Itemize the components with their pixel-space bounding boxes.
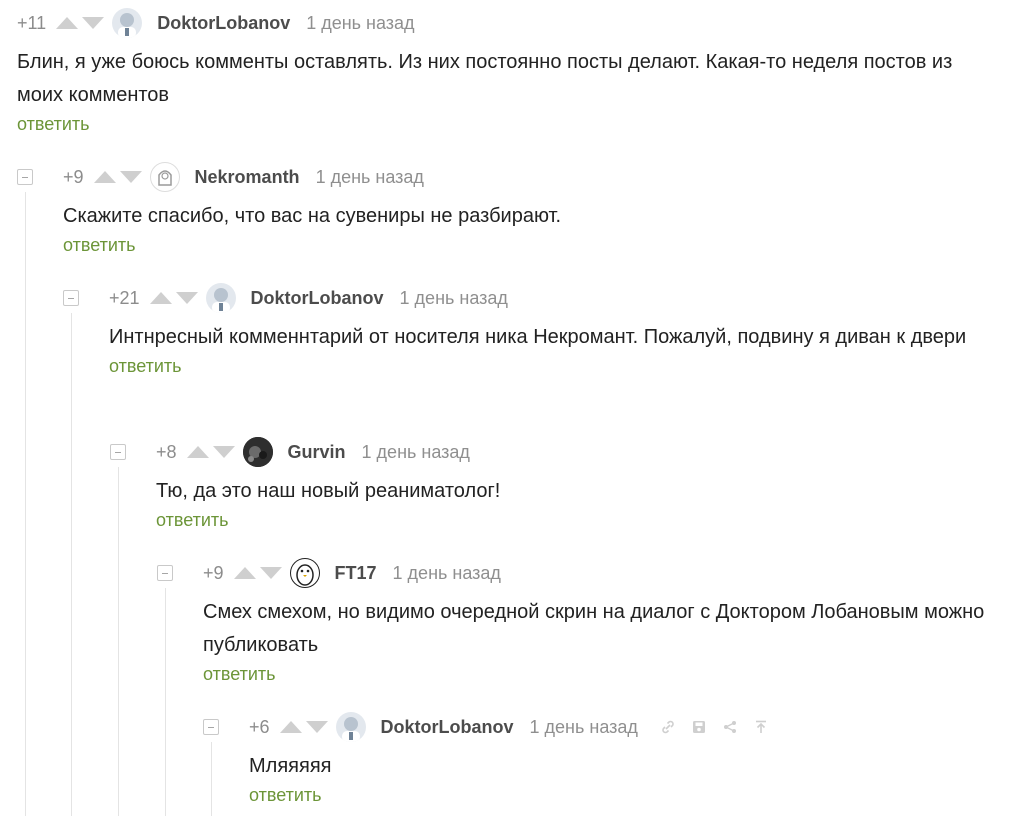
vote-up-icon[interactable] xyxy=(186,446,209,458)
vote-down-icon[interactable] xyxy=(212,446,235,458)
comment-text: Тю, да это наш новый реаниматолог! xyxy=(156,480,501,502)
comment-rating: +8 xyxy=(156,441,177,462)
save-icon[interactable] xyxy=(691,719,707,735)
collapse-icon[interactable] xyxy=(203,719,219,735)
link-icon[interactable] xyxy=(660,719,676,735)
avatar[interactable] xyxy=(149,162,180,192)
thread-line-2 xyxy=(71,313,72,816)
comment-rating: +21 xyxy=(109,287,140,308)
comment-time[interactable]: 1 день назад xyxy=(393,563,501,584)
comment-header: +8 Gurvin 1 день назад xyxy=(110,435,990,469)
vote-up-icon[interactable] xyxy=(279,721,302,733)
upload-icon[interactable] xyxy=(753,719,769,735)
reply-link[interactable]: ответить xyxy=(203,664,276,685)
comment-rating: +11 xyxy=(17,12,47,33)
avatar[interactable] xyxy=(205,283,236,313)
comment-time[interactable]: 1 день назад xyxy=(400,288,508,309)
comment-header: +6 DoktorLobanov 1 день назад xyxy=(203,710,1003,744)
comment: +9 FT17 1 день назад Смех смехом, но вид… xyxy=(157,556,997,685)
comment-header: +21 DoktorLobanov 1 день назад xyxy=(63,281,983,315)
comment-header: +11 DoktorLobanov 1 день назад xyxy=(17,6,997,40)
comment-author[interactable]: DoktorLobanov xyxy=(251,288,384,309)
comment-text: Интнресный комменнтарий от носителя ника… xyxy=(109,326,967,348)
comment-rating: +9 xyxy=(63,166,84,187)
collapse-icon[interactable] xyxy=(110,444,126,460)
comment-time[interactable]: 1 день назад xyxy=(530,717,638,738)
vote-up-icon[interactable] xyxy=(149,292,172,304)
comment-text: Блин, я уже боюсь комменты оставлять. Из… xyxy=(17,51,953,106)
reply-link[interactable]: ответить xyxy=(249,785,322,806)
reply-link[interactable]: ответить xyxy=(109,356,182,377)
collapse-icon[interactable] xyxy=(63,290,79,306)
comment-header: +9 Nekromanth 1 день назад xyxy=(17,160,997,194)
comment: +8 Gurvin 1 день назад Тю, да это наш но… xyxy=(110,435,990,531)
share-icon[interactable] xyxy=(722,719,738,735)
vote-down-icon[interactable] xyxy=(259,567,282,579)
comment: +21 DoktorLobanov 1 день назад Интнресны… xyxy=(63,281,983,377)
comment-rating: +9 xyxy=(203,562,224,583)
vote-down-icon[interactable] xyxy=(175,292,198,304)
avatar[interactable] xyxy=(289,558,320,588)
collapse-icon[interactable] xyxy=(157,565,173,581)
comment-time[interactable]: 1 день назад xyxy=(362,442,470,463)
comment-author[interactable]: Gurvin xyxy=(288,442,346,463)
comment: +11 DoktorLobanov 1 день назад Блин, я у… xyxy=(17,6,997,135)
comment-author[interactable]: DoktorLobanov xyxy=(157,13,290,34)
comment-text: Скажите спасибо, что вас на сувениры не … xyxy=(63,205,561,227)
comment-author[interactable]: FT17 xyxy=(335,563,377,584)
comment-time[interactable]: 1 день назад xyxy=(316,167,424,188)
comment-author[interactable]: DoktorLobanov xyxy=(381,717,514,738)
comment: +9 Nekromanth 1 день назад Скажите спаси… xyxy=(17,160,997,256)
comment-header: +9 FT17 1 день назад xyxy=(157,556,997,590)
avatar[interactable] xyxy=(335,712,366,742)
vote-up-icon[interactable] xyxy=(233,567,256,579)
reply-link[interactable]: ответить xyxy=(17,114,90,135)
comment: +6 DoktorLobanov 1 день назад Мляяяяя от… xyxy=(203,710,1003,806)
reply-link[interactable]: ответить xyxy=(63,235,136,256)
vote-down-icon[interactable] xyxy=(119,171,142,183)
comment-rating: +6 xyxy=(249,716,270,737)
comment-author[interactable]: Nekromanth xyxy=(195,167,300,188)
reply-link[interactable]: ответить xyxy=(156,510,229,531)
comment-tools xyxy=(660,719,784,735)
thread-line-1 xyxy=(25,192,26,816)
vote-down-icon[interactable] xyxy=(82,17,105,29)
vote-up-icon[interactable] xyxy=(93,171,116,183)
vote-up-icon[interactable] xyxy=(56,17,79,29)
collapse-icon[interactable] xyxy=(17,169,33,185)
avatar[interactable] xyxy=(112,8,143,38)
comment-time[interactable]: 1 день назад xyxy=(306,13,414,34)
comment-text: Смех смехом, но видимо очередной скрин н… xyxy=(203,601,985,656)
avatar[interactable] xyxy=(242,437,273,467)
comment-text: Мляяяяя xyxy=(249,755,332,777)
vote-down-icon[interactable] xyxy=(305,721,328,733)
